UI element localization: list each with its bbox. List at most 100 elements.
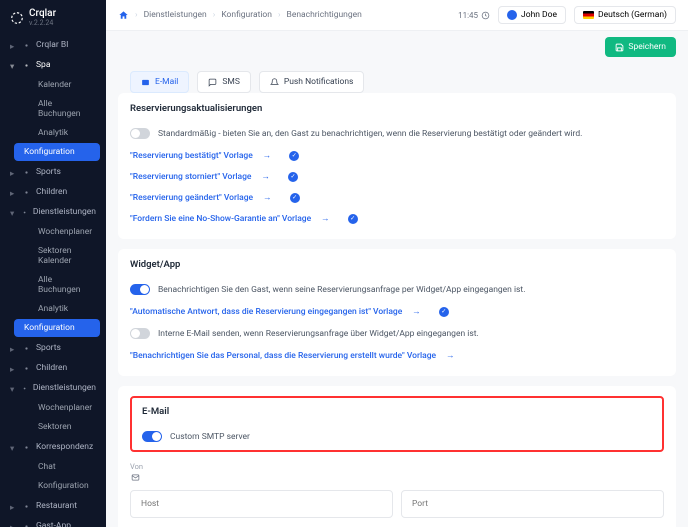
flag-de-icon [583, 11, 594, 19]
template-link[interactable]: "Fordern Sie eine No-Show-Garantie an" V… [130, 214, 311, 224]
module-icon [21, 384, 28, 393]
sidebar-item-kalender[interactable]: Kalender [14, 76, 100, 94]
tab-e-mail[interactable]: E-Mail [130, 71, 189, 93]
sidebar-group-sports[interactable]: ▸Sports [0, 162, 106, 182]
sidebar-group-children[interactable]: ▸Children [0, 358, 106, 378]
sidebar-item-konfiguration[interactable]: Konfiguration [14, 143, 100, 161]
module-icon [22, 364, 31, 373]
smtp-section-highlighted: E-Mail Custom SMTP server [130, 396, 664, 452]
brand-logo[interactable]: Crqlar v.2.2.24 [0, 0, 106, 35]
module-icon [22, 41, 31, 50]
brand-version: v.2.2.24 [29, 19, 56, 27]
sidebar-item-analytik[interactable]: Analytik [14, 124, 100, 142]
toggle-label: Custom SMTP server [170, 432, 250, 442]
toggle-label: Standardmäßig - bieten Sie an, den Gast … [158, 129, 582, 139]
check-badge-icon: ✓ [439, 307, 449, 317]
check-badge-icon: ✓ [348, 214, 358, 224]
chevron-icon: ▸ [10, 42, 17, 49]
sidebar-group-spa[interactable]: ▾Spa [0, 55, 106, 75]
toggle-custom-smtp[interactable] [142, 431, 162, 442]
template-link[interactable]: "Reservierung geändert" Vorlage [130, 193, 253, 203]
port-input[interactable] [401, 490, 664, 518]
tab-sms[interactable]: SMS [197, 71, 251, 93]
user-avatar-icon [507, 10, 517, 20]
sidebar-item-chat[interactable]: Chat [14, 458, 100, 476]
topbar: › Dienstleistungen › Konfiguration › Ben… [106, 0, 688, 31]
toggle-label: Interne E-Mail senden, wenn Reservierung… [158, 329, 479, 339]
chevron-icon: ▸ [10, 169, 17, 176]
tab-push-notifications[interactable]: Push Notifications [259, 71, 365, 93]
chevron-icon: ▾ [10, 385, 16, 392]
sidebar-item-konfiguration[interactable]: Konfiguration [14, 319, 100, 337]
module-icon [22, 443, 31, 452]
host-input[interactable] [130, 490, 393, 518]
module-icon [22, 168, 31, 177]
home-icon[interactable] [118, 10, 129, 21]
chevron-icon: ▾ [10, 444, 17, 451]
chevron-icon: ▸ [10, 189, 17, 196]
section-title-reservation: Reservierungsaktualisierungen [130, 103, 664, 114]
breadcrumb-item[interactable]: Konfiguration [221, 10, 272, 20]
breadcrumb-item[interactable]: Dienstleistungen [144, 10, 207, 20]
sidebar-item-alle-buchungen[interactable]: Alle Buchungen [14, 95, 100, 123]
toggle-label: Benachrichtigen Sie den Gast, wenn seine… [158, 285, 525, 295]
sidebar-item-wochenplaner[interactable]: Wochenplaner [14, 399, 100, 417]
sidebar-item-analytik[interactable]: Analytik [14, 300, 100, 318]
chevron-icon: ▾ [10, 62, 17, 69]
notification-tabs: E-Mail SMS Push Notifications [118, 63, 676, 93]
sidebar-group-gast-app[interactable]: ▸Gast-App [0, 516, 106, 527]
chevron-icon: ▸ [10, 503, 17, 510]
clock-icon [481, 11, 490, 20]
module-icon [22, 522, 31, 527]
envelope-icon [130, 473, 141, 482]
save-icon [615, 43, 624, 52]
chevron-icon: ▸ [10, 345, 17, 352]
module-icon [22, 61, 31, 70]
sidebar-group-children[interactable]: ▸Children [0, 182, 106, 202]
sidebar-item-sektoren-kalender[interactable]: Sektoren Kalender [14, 242, 100, 270]
sidebar-group-restaurant[interactable]: ▸Restaurant [0, 496, 106, 516]
arrow-right-icon: → [321, 213, 330, 224]
check-badge-icon: ✓ [290, 193, 300, 203]
arrow-right-icon: → [263, 150, 272, 161]
chevron-icon: ▸ [10, 523, 17, 527]
sidebar-item-wochenplaner[interactable]: Wochenplaner [14, 223, 100, 241]
arrow-right-icon: → [412, 306, 421, 317]
template-link-staff-notify[interactable]: "Benachrichtigen Sie das Personal, dass … [130, 351, 436, 361]
section-title-email: E-Mail [142, 406, 652, 417]
sidebar: Crqlar v.2.2.24 ▸Crqlar BI▾SpaKalenderAl… [0, 0, 106, 527]
clock: 11:45 [458, 11, 490, 20]
toggle-widget-staff[interactable] [130, 328, 150, 339]
arrow-right-icon: → [263, 192, 272, 203]
sidebar-item-konfiguration[interactable]: Konfiguration [14, 477, 100, 495]
save-button[interactable]: Speichern [605, 37, 676, 57]
sidebar-item-sektoren[interactable]: Sektoren [14, 418, 100, 436]
toggle-default-notify[interactable] [130, 128, 150, 139]
chevron-icon: ▸ [10, 365, 17, 372]
user-menu-button[interactable]: John Doe [498, 6, 566, 24]
chevron-icon: ▾ [10, 209, 16, 216]
arrow-right-icon: → [446, 350, 455, 361]
section-title-widget: Widget/App [130, 259, 664, 270]
sidebar-group-crqlar-bi[interactable]: ▸Crqlar BI [0, 35, 106, 55]
from-label: Von [130, 462, 664, 471]
sidebar-group-dienstleistungen[interactable]: ▾Dienstleistungen [0, 378, 106, 398]
sidebar-group-korrespondenz[interactable]: ▾Korrespondenz [0, 437, 106, 457]
sidebar-group-dienstleistungen[interactable]: ▾Dienstleistungen [0, 202, 106, 222]
sidebar-item-alle-buchungen[interactable]: Alle Buchungen [14, 271, 100, 299]
breadcrumb-item[interactable]: Benachrichtigungen [287, 10, 362, 20]
module-icon [22, 502, 31, 511]
breadcrumb: › Dienstleistungen › Konfiguration › Ben… [118, 10, 362, 21]
template-link-auto-reply[interactable]: "Automatische Antwort, dass die Reservie… [130, 307, 402, 317]
check-badge-icon: ✓ [289, 151, 299, 161]
sidebar-group-sports[interactable]: ▸Sports [0, 338, 106, 358]
template-link[interactable]: "Reservierung bestätigt" Vorlage [130, 151, 253, 161]
template-link[interactable]: "Reservierung storniert" Vorlage [130, 172, 251, 182]
brand-name: Crqlar [29, 8, 56, 19]
language-switcher[interactable]: Deutsch (German) [574, 6, 676, 24]
check-badge-icon: ✓ [288, 172, 298, 182]
toggle-widget-guest[interactable] [130, 284, 150, 295]
module-icon [21, 208, 28, 217]
module-icon [22, 188, 31, 197]
module-icon [22, 344, 31, 353]
